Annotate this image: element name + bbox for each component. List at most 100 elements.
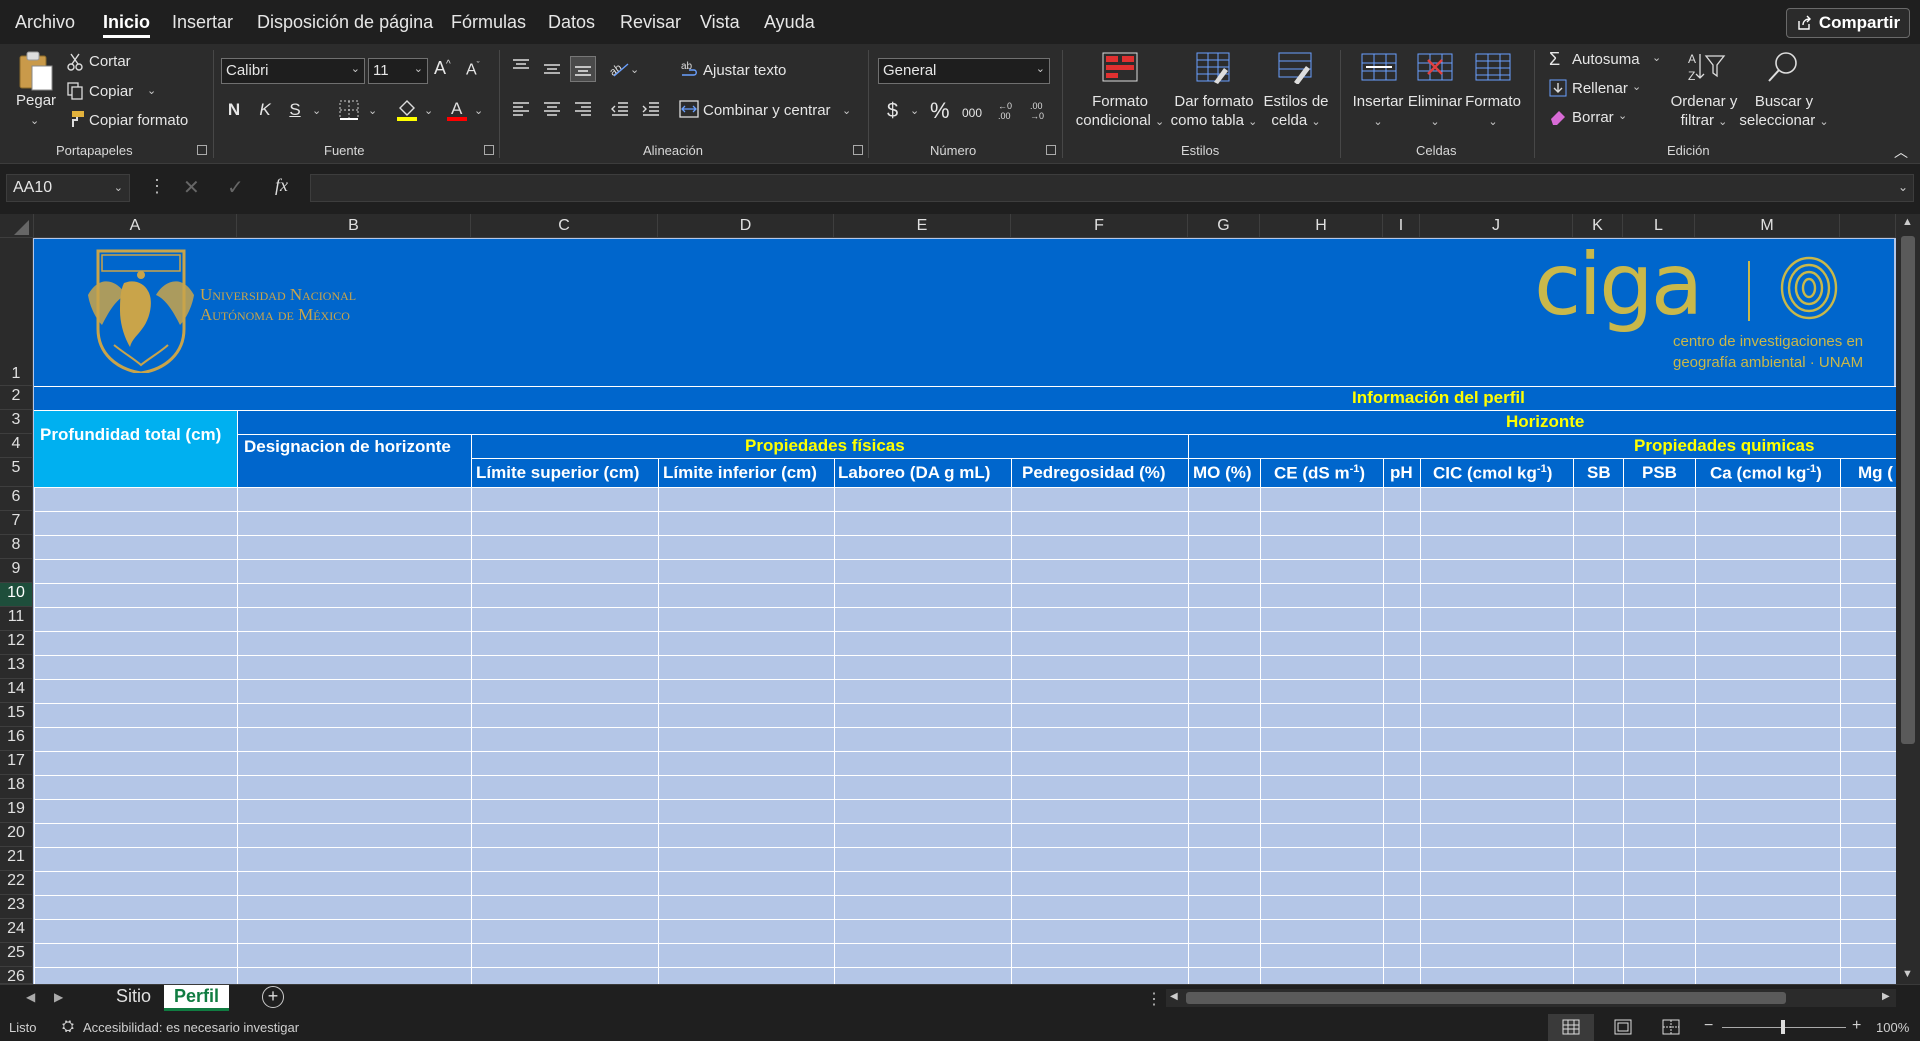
zoom-slider-thumb[interactable] (1781, 1020, 1785, 1034)
align-middle-icon[interactable] (542, 60, 562, 78)
clipboard-launcher-icon[interactable] (197, 145, 207, 155)
currency-chevron-icon[interactable]: ⌄ (910, 104, 919, 117)
row-header-14[interactable]: 14 (0, 679, 33, 703)
fill-color-icon[interactable] (396, 98, 418, 122)
align-center-icon[interactable] (542, 100, 562, 118)
borders-icon[interactable] (339, 100, 359, 120)
wrap-text-button[interactable]: Ajustar texto (703, 62, 786, 79)
bold-button[interactable]: N (223, 100, 245, 120)
scroll-down-icon[interactable]: ▼ (1902, 968, 1913, 980)
menu-datos[interactable]: Datos (548, 12, 595, 33)
format-painter-button[interactable]: Copiar formato (89, 112, 188, 129)
row-header-23[interactable]: 23 (0, 895, 33, 919)
align-left-icon[interactable] (511, 100, 531, 118)
menu-vista[interactable]: Vista (700, 12, 740, 33)
column-header-a[interactable]: A (34, 214, 237, 238)
row-header-15[interactable]: 15 (0, 703, 33, 727)
row-header-7[interactable]: 7 (0, 511, 33, 535)
orientation-icon[interactable]: ab ⌄ (610, 60, 640, 78)
thousands-button[interactable]: 000 (962, 106, 982, 120)
font-color-chevron-icon[interactable]: ⌄ (474, 104, 483, 117)
horizontal-scroll-thumb[interactable] (1186, 992, 1786, 1004)
sort-filter-button[interactable]: Ordenar y filtrar ⌄ (1664, 92, 1744, 132)
menu-disposicion[interactable]: Disposición de página (257, 12, 433, 33)
collapse-ribbon-icon[interactable]: ︿ (1894, 142, 1908, 162)
menu-inicio[interactable]: Inicio (103, 12, 151, 38)
row-header-16[interactable]: 16 (0, 727, 33, 751)
underline-button[interactable]: S (284, 100, 306, 120)
number-launcher-icon[interactable] (1046, 145, 1056, 155)
menu-ayuda[interactable]: Ayuda (764, 12, 815, 33)
insert-function-icon[interactable]: fx (275, 175, 288, 196)
row-header-2[interactable]: 2 (0, 386, 33, 410)
vertical-scroll-thumb[interactable] (1901, 236, 1915, 744)
align-right-icon[interactable] (573, 100, 593, 118)
zoom-level[interactable]: 100% (1876, 1020, 1909, 1035)
add-sheet-icon[interactable]: + (262, 986, 284, 1008)
delete-cells-button[interactable]: Eliminar ⌄ (1404, 92, 1466, 132)
row-header-6[interactable]: 6 (0, 487, 33, 511)
share-button[interactable]: Compartir (1786, 8, 1910, 38)
row-header-21[interactable]: 21 (0, 847, 33, 871)
decrease-decimal-icon[interactable]: .00 →0 (1028, 100, 1050, 120)
page-layout-icon[interactable] (1614, 1019, 1632, 1035)
more-options-icon[interactable]: ⋮ (148, 176, 166, 197)
row-header-5[interactable]: 5 (0, 458, 33, 487)
column-header-e[interactable]: E (834, 214, 1011, 238)
zoom-out-icon[interactable]: − (1704, 1017, 1713, 1035)
align-bottom-icon[interactable] (570, 56, 596, 82)
row-header-4[interactable]: 4 (0, 434, 33, 458)
accessibility-status[interactable]: Accesibilidad: es necesario investigar (83, 1020, 299, 1035)
paste-icon[interactable] (16, 50, 54, 92)
row-header-1[interactable]: 1 (0, 238, 33, 386)
borders-chevron-icon[interactable]: ⌄ (368, 104, 377, 117)
vertical-scrollbar[interactable]: ▲ ▼ (1896, 214, 1920, 984)
number-format-dropdown[interactable]: General ⌄ (878, 58, 1050, 84)
column-header-g[interactable]: G (1188, 214, 1260, 238)
row-header-3[interactable]: 3 (0, 410, 33, 434)
currency-button[interactable]: $ (887, 100, 898, 123)
clear-chevron-icon[interactable]: ⌄ (1618, 109, 1627, 122)
next-sheet-icon[interactable]: ▶ (54, 990, 63, 1004)
decrease-font-icon[interactable]: Aˇ (466, 60, 480, 79)
fill-chevron-icon[interactable]: ⌄ (1632, 80, 1641, 93)
enter-icon[interactable]: ✓ (227, 175, 244, 200)
row-header-10[interactable]: 10 (0, 583, 33, 607)
row-header-26[interactable]: 26 (0, 967, 33, 984)
copy-chevron-icon[interactable]: ⌄ (147, 84, 156, 97)
formula-input[interactable] (310, 174, 1914, 202)
italic-button[interactable]: K (254, 100, 276, 120)
decrease-indent-icon[interactable] (610, 100, 630, 118)
merge-chevron-icon[interactable]: ⌄ (842, 104, 851, 117)
row-header-20[interactable]: 20 (0, 823, 33, 847)
column-header-b[interactable]: B (237, 214, 471, 238)
autosum-button[interactable]: Autosuma (1572, 51, 1640, 68)
row-header-11[interactable]: 11 (0, 607, 33, 631)
row-header-9[interactable]: 9 (0, 559, 33, 583)
row-header-12[interactable]: 12 (0, 631, 33, 655)
row-header-22[interactable]: 22 (0, 871, 33, 895)
increase-decimal-icon[interactable]: ←0.00 (996, 100, 1018, 120)
column-header-i[interactable]: I (1383, 214, 1420, 238)
conditional-format-button[interactable]: Formato condicional ⌄ (1068, 92, 1172, 132)
format-cells-button[interactable]: Formato ⌄ (1460, 92, 1526, 132)
merge-center-button[interactable]: Combinar y centrar (703, 102, 831, 119)
underline-chevron-icon[interactable]: ⌄ (312, 104, 321, 117)
format-as-table-button[interactable]: Dar formato como tabla ⌄ (1168, 92, 1260, 132)
insert-cells-button[interactable]: Insertar ⌄ (1348, 92, 1408, 132)
row-header-19[interactable]: 19 (0, 799, 33, 823)
scroll-right-icon[interactable]: ▶ (1882, 991, 1890, 1002)
paste-button[interactable]: Pegar (16, 92, 56, 109)
scroll-left-icon[interactable]: ◀ (1170, 991, 1178, 1002)
find-select-button[interactable]: Buscar y seleccionar ⌄ (1734, 92, 1834, 132)
row-header-24[interactable]: 24 (0, 919, 33, 943)
fill-button[interactable]: Rellenar (1572, 80, 1628, 97)
align-top-icon[interactable] (511, 58, 531, 76)
row-header-13[interactable]: 13 (0, 655, 33, 679)
copy-button[interactable]: Copiar (89, 83, 133, 100)
autosum-chevron-icon[interactable]: ⌄ (1652, 51, 1661, 64)
row-header-25[interactable]: 25 (0, 943, 33, 967)
paste-chevron-icon[interactable]: ⌄ (30, 114, 39, 127)
tab-perfil[interactable]: Perfil (164, 985, 230, 1011)
menu-formulas[interactable]: Fórmulas (451, 12, 526, 33)
